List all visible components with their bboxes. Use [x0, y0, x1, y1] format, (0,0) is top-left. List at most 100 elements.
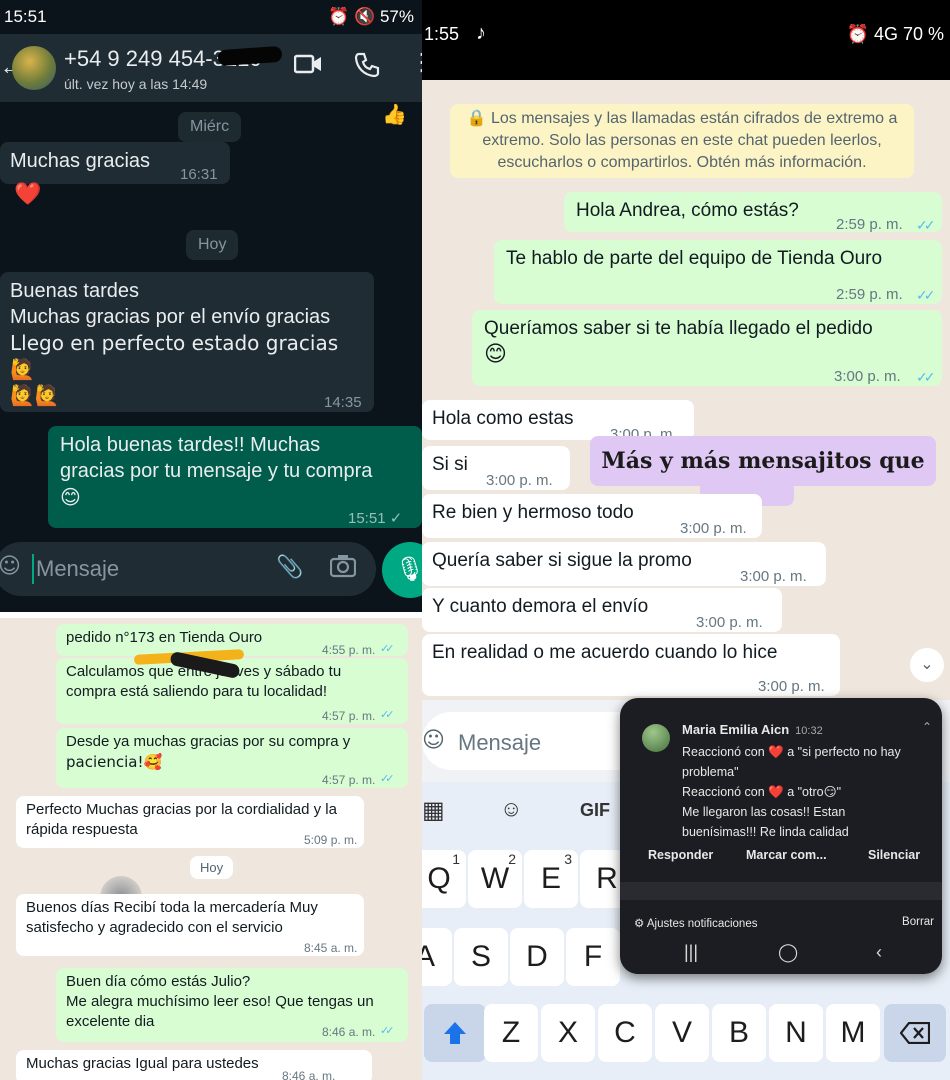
message-out[interactable]: Desde ya muchas gracias por su compra y …	[56, 728, 408, 788]
shift-key[interactable]	[424, 1004, 486, 1062]
key-d[interactable]: D	[510, 928, 564, 986]
date-chip: Miérc	[178, 112, 242, 142]
read-ticks-icon: ✓✓	[380, 773, 395, 785]
attach-icon[interactable]: 📎	[276, 554, 303, 580]
avatar[interactable]	[12, 46, 56, 90]
key-s[interactable]: S	[454, 928, 508, 986]
reply-button[interactable]: Responder	[648, 848, 713, 862]
mark-read-button[interactable]: Marcar com...	[746, 848, 827, 862]
message-time: 3:00 p. m.	[758, 678, 825, 695]
key-v[interactable]: V	[655, 1004, 709, 1062]
message-input[interactable]: ☺ Mensaje 📎	[0, 542, 376, 596]
key-label: R	[596, 862, 618, 895]
tiktok-icon: ♪	[476, 22, 486, 44]
input-bar: ☺ Mensaje 📎 🎙	[0, 542, 422, 612]
message-out[interactable]: Hola buenas tardes!! Muchas gracias por …	[48, 426, 422, 528]
message-line: Hola buenas tardes!! Muchas	[60, 434, 321, 456]
home-icon[interactable]: ◯	[778, 942, 798, 963]
message-time: 4:57 p. m.	[322, 773, 376, 787]
message-time: 16:31	[180, 166, 218, 183]
emoji-icon[interactable]: ☺	[422, 728, 445, 753]
scroll-down-icon[interactable]: ⌄	[910, 648, 944, 682]
message-in[interactable]: Y cuanto demora el envío 3:00 p. m.	[422, 588, 782, 632]
chat-panel-dark: 15:51 ⏰ 🔇 57% ← +54 9 249 454-3210 últ. …	[0, 0, 422, 612]
message-out[interactable]: Buen día cómo estás Julio? Me alegra muc…	[56, 968, 408, 1042]
reaction-heart: ❤️	[14, 182, 42, 207]
key-b[interactable]: B	[712, 1004, 766, 1062]
key-x[interactable]: X	[541, 1004, 595, 1062]
key-f[interactable]: F	[566, 928, 620, 986]
gif-button[interactable]: GIF	[580, 800, 610, 821]
message-time: 8:46 a. m.	[282, 1069, 336, 1080]
apps-grid-icon[interactable]: ▦	[422, 796, 445, 825]
message-time: 3:00 p. m.	[834, 368, 901, 385]
status-icons: ⏰ 🔇 57%	[328, 7, 414, 26]
message-in[interactable]: Muchas gracias Igual para ustedes 8:46 a…	[16, 1050, 372, 1080]
message-in[interactable]: Muchas gracias 16:31	[0, 142, 230, 184]
message-text: Te hablo de parte del equipo de Tienda O…	[506, 248, 883, 269]
message-in[interactable]: Perfecto Muchas gracias por la cordialid…	[16, 796, 364, 848]
notification-body: Reaccionó con ❤️ a "si perfecto no hay p…	[682, 742, 922, 842]
message-line: Muchas gracias por el envío gracias	[10, 306, 331, 328]
key-n[interactable]: N	[769, 1004, 823, 1062]
key-m[interactable]: M	[826, 1004, 880, 1062]
backspace-key[interactable]	[884, 1004, 946, 1062]
header-bar	[422, 62, 950, 80]
read-ticks-icon: ✓✓	[916, 217, 936, 233]
text-cursor	[32, 554, 34, 584]
message-line: Me alegra muchísimo leer eso! Que tengas…	[66, 993, 374, 1010]
emoji-icon[interactable]: ☺	[0, 554, 21, 579]
last-seen: últ. vez hoy a las 14:49	[64, 76, 208, 92]
message-time: 15:51 ✓	[348, 510, 403, 527]
key-q[interactable]: Q1	[422, 850, 466, 908]
message-text: Y cuanto demora el envío	[432, 596, 649, 617]
message-time: 4:55 p. m.	[322, 643, 376, 657]
message-out[interactable]: Hola Andrea, cómo estás? 2:59 p. m. ✓✓	[564, 192, 942, 233]
status-time: 1:55	[424, 24, 460, 44]
phone-call-icon[interactable]	[354, 52, 380, 83]
notification-settings-link[interactable]: ⚙ Ajustes notificaciones	[634, 916, 757, 930]
sticker-icon[interactable]: ☺	[500, 796, 522, 822]
clear-button[interactable]: Borrar	[902, 916, 934, 928]
message-out[interactable]: Queríamos saber si te había llegado el p…	[472, 310, 942, 386]
more-options-icon[interactable]: ⋮	[410, 48, 422, 77]
settings-label: Ajustes notificaciones	[646, 918, 758, 930]
chat-panel-light-2: pedido n°173 en Tienda Ouro 4:55 p. m. ✓…	[0, 618, 422, 1080]
notification-line: Me llegaron las cosas!! Estan buenísimas…	[682, 805, 849, 839]
key-z[interactable]: Z	[484, 1004, 538, 1062]
back-icon[interactable]: ‹	[876, 942, 882, 963]
microphone-icon[interactable]: 🎙	[382, 542, 422, 598]
message-in[interactable]: Buenos días Recibí toda la mercadería Mu…	[16, 894, 364, 956]
message-text: Quería saber si sigue la promo	[432, 550, 692, 571]
recents-icon[interactable]: |||	[684, 942, 698, 963]
date-chip: Hoy	[190, 856, 234, 879]
message-in[interactable]: Si si 3:00 p. m.	[422, 446, 570, 490]
read-ticks-icon: ✓✓	[380, 1025, 395, 1037]
encryption-notice[interactable]: 🔒 Los mensajes y las llamadas están cifr…	[450, 104, 914, 178]
collapse-icon[interactable]: ⌃	[922, 720, 932, 734]
message-time: 14:35	[324, 394, 362, 411]
mute-button[interactable]: Silenciar	[868, 848, 920, 862]
message-in[interactable]: En realidad o me acuerdo cuando lo hice …	[422, 634, 840, 696]
input-placeholder: Mensaje	[36, 556, 120, 581]
camera-icon[interactable]	[329, 554, 357, 583]
message-out[interactable]: Te hablo de parte del equipo de Tienda O…	[494, 240, 942, 304]
video-call-icon[interactable]	[293, 52, 322, 81]
key-w[interactable]: W2	[468, 850, 522, 908]
message-list[interactable]: 👍 Miérc Muchas gracias 16:31 ❤️ Hoy Buen…	[0, 102, 422, 542]
notification-popup[interactable]: Maria Emilia Aicn 10:32 ⌃ Reaccionó con ❤…	[620, 698, 942, 974]
key-e[interactable]: E3	[524, 850, 578, 908]
message-in[interactable]: Quería saber si sigue la promo 3:00 p. m…	[422, 542, 826, 586]
message-in[interactable]: Re bien y hermoso todo 3:00 p. m.	[422, 494, 762, 538]
read-ticks-icon: ✓✓	[916, 369, 936, 385]
key-c[interactable]: C	[598, 1004, 652, 1062]
message-time: 2:59 p. m.	[836, 286, 903, 303]
key-number: 1	[452, 851, 460, 867]
key-a[interactable]: A	[422, 928, 452, 986]
message-in[interactable]: Hola como estas 3:00 p. m.	[422, 400, 694, 443]
status-icons: ⏰ 4G 70 %	[846, 24, 944, 44]
notification-time: 10:32	[795, 725, 823, 737]
message-in[interactable]: Buenas tardes Muchas gracias por el enví…	[0, 272, 374, 412]
avatar	[642, 724, 670, 752]
chat-header: ← +54 9 249 454-3210 últ. vez hoy a las …	[0, 34, 422, 102]
